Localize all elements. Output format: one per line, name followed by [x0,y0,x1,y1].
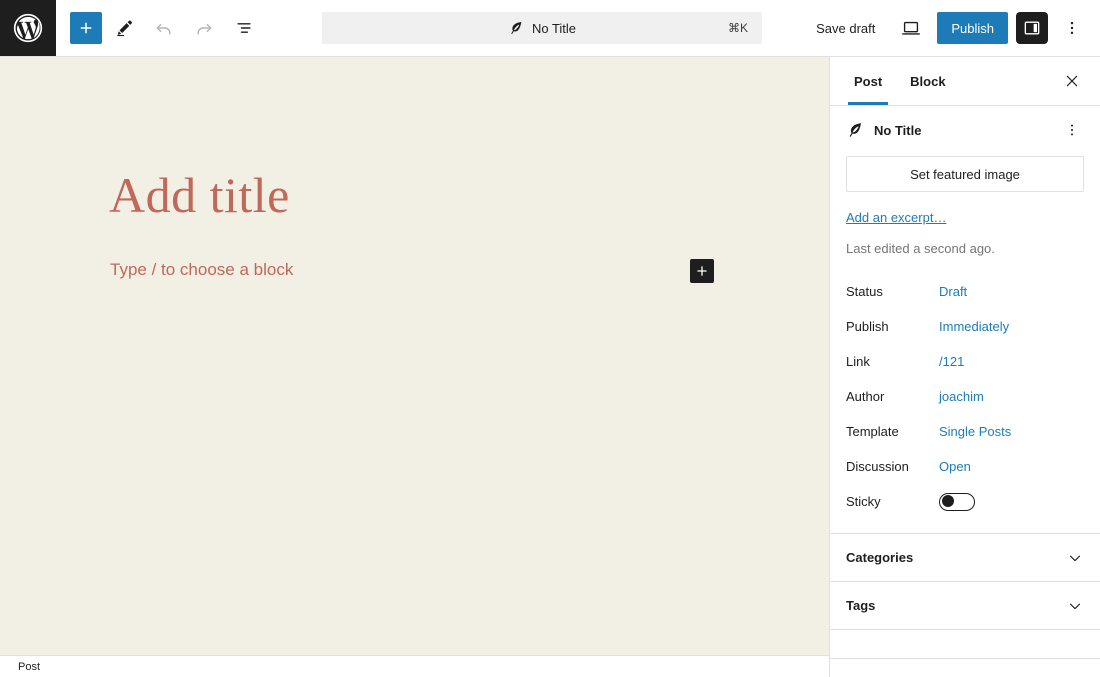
editor-header: No Title ⌘K Save draft Publish [0,0,1100,57]
wordpress-logo-button[interactable] [0,0,56,56]
breadcrumb[interactable]: Post [18,661,40,673]
editor-options-button[interactable] [1056,12,1088,44]
preview-button[interactable] [893,10,929,46]
add-excerpt-link[interactable]: Add an excerpt… [846,210,946,225]
command-center-shortcut: ⌘K [727,21,748,35]
meta-label-status: Status [846,284,883,299]
command-center-bar[interactable]: No Title ⌘K [322,12,762,44]
meta-label-template: Template [846,424,899,439]
undo-arrow-icon [154,18,174,38]
meta-value-status[interactable]: Draft [939,284,967,299]
meta-row-sticky: Sticky [846,484,1084,519]
pencil-icon [114,18,134,38]
meta-label-author: Author [846,389,885,404]
set-featured-image-button[interactable]: Set featured image [846,156,1084,192]
meta-row-template: Template Single Posts [846,414,1084,449]
publish-button[interactable]: Publish [937,12,1008,44]
settings-sidebar: Post Block No Title Set featured image A… [829,57,1100,677]
meta-label-discussion: Discussion [846,459,909,474]
command-center-content: No Title [508,20,576,36]
sticky-toggle[interactable] [939,492,975,511]
wordpress-block-editor: No Title ⌘K Save draft Publish Add title… [0,0,1100,677]
three-dots-vertical-icon [1063,19,1081,37]
quill-pen-icon [846,121,864,139]
chevron-down-icon [1066,597,1084,615]
three-dots-vertical-icon [1071,124,1073,136]
next-panel-partial [830,630,1100,659]
undo-button[interactable] [146,10,182,46]
categories-panel-header[interactable]: Categories [830,534,1100,582]
editor-body: Add title Type / to choose a block Post … [0,57,1100,677]
document-overview-button[interactable] [226,10,262,46]
editor-status-bar: Post [0,655,829,677]
last-edited-text: Last edited a second ago. [846,241,995,256]
meta-label-publish: Publish [846,319,889,334]
meta-label-sticky: Sticky [846,494,881,509]
meta-value-author[interactable]: joachim [939,389,984,404]
chevron-down-icon [1066,549,1084,567]
plus-icon [77,19,95,37]
post-actions-button[interactable] [1060,118,1084,142]
tags-panel-header[interactable]: Tags [830,582,1100,630]
sidebar-tab-list: Post Block [830,57,1100,106]
meta-row-publish: Publish Immediately [846,309,1084,344]
paragraph-block-placeholder[interactable]: Type / to choose a block [110,260,293,280]
redo-button[interactable] [186,10,222,46]
meta-value-template[interactable]: Single Posts [939,424,1011,439]
wordpress-logo-icon [11,11,45,45]
meta-value-link[interactable]: /121 [939,354,964,369]
quill-pen-icon [508,20,524,36]
meta-row-discussion: Discussion Open [846,449,1084,484]
meta-value-discussion[interactable]: Open [939,459,971,474]
close-x-icon [1064,73,1080,89]
header-toolbar [56,10,262,46]
post-summary-header: No Title [846,118,1084,142]
save-draft-button[interactable]: Save draft [806,15,885,42]
post-title-placeholder[interactable]: Add title [109,165,290,225]
meta-label-link: Link [846,354,870,369]
block-inserter-toggle-button[interactable] [70,12,102,44]
post-summary-panel: No Title Set featured image Add an excer… [830,106,1100,534]
meta-row-status: Status Draft [846,274,1084,309]
edit-mode-tool-button[interactable] [106,10,142,46]
laptop-preview-icon [900,17,922,39]
meta-value-publish[interactable]: Immediately [939,319,1009,334]
header-actions: Save draft Publish [806,10,1100,46]
categories-panel-title: Categories [846,550,914,565]
list-view-icon [234,18,254,38]
tags-panel-title: Tags [846,598,876,613]
tab-post[interactable]: Post [840,58,896,105]
sidebar-panel-icon [1022,18,1042,38]
tab-block[interactable]: Block [896,58,959,105]
editor-canvas[interactable]: Add title Type / to choose a block [0,57,829,655]
plus-icon [695,264,709,278]
post-title-label: No Title [874,122,922,138]
meta-row-link: Link /121 [846,344,1084,379]
inline-block-inserter-button[interactable] [690,259,714,283]
settings-sidebar-toggle-button[interactable] [1016,12,1048,44]
redo-arrow-icon [194,18,214,38]
command-center-title: No Title [531,20,577,36]
close-sidebar-button[interactable] [1056,65,1088,97]
post-meta-list: Status Draft Publish Immediately Link /1… [846,274,1084,519]
toggle-knob [942,495,954,507]
meta-row-author: Author joachim [846,379,1084,414]
editor-canvas-wrapper: Add title Type / to choose a block Post [0,57,829,677]
